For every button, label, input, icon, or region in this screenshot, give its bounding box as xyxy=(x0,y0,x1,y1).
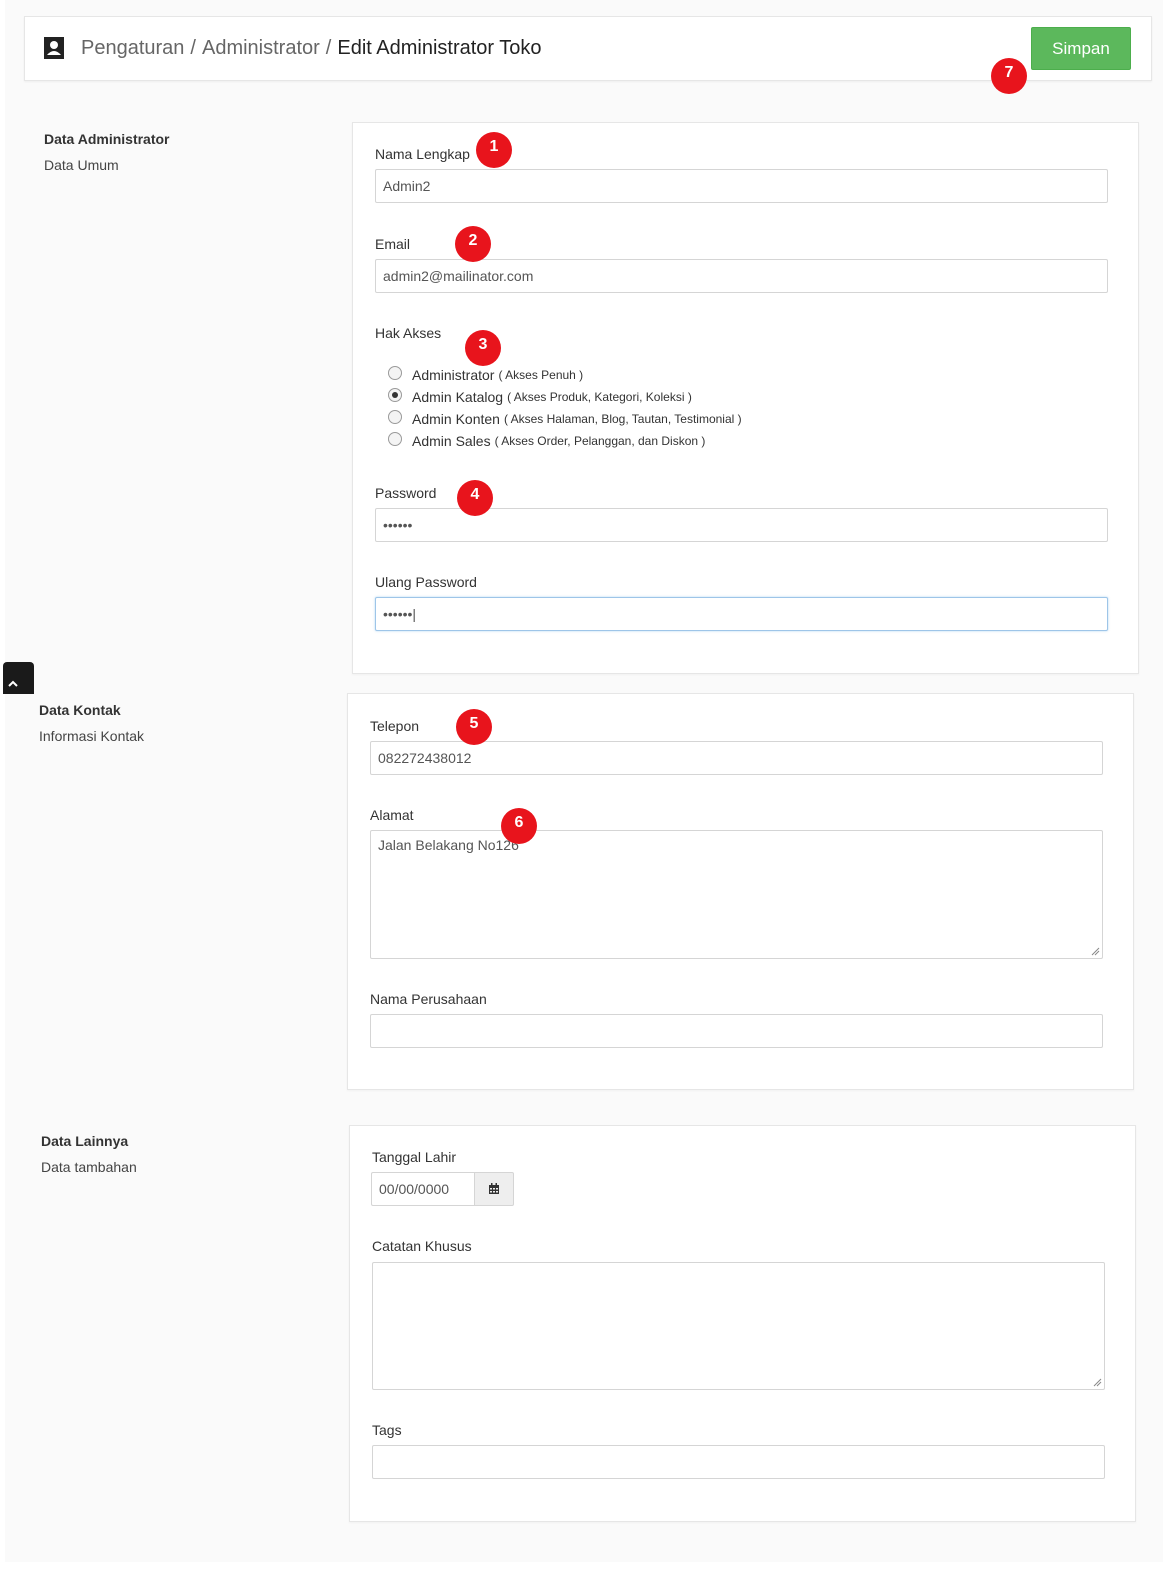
tags-input[interactable] xyxy=(372,1445,1105,1479)
section-subtitle: Informasi Kontak xyxy=(39,728,145,744)
role-name: Admin Sales xyxy=(412,433,491,449)
email-label: Email xyxy=(375,236,411,252)
section-title: Data Kontak xyxy=(39,702,121,718)
radio-button[interactable] xyxy=(388,366,402,380)
nama-perusahaan-input[interactable] xyxy=(370,1014,1103,1048)
ulang-password-input[interactable]: ••••••| xyxy=(375,597,1108,631)
back-to-top-button[interactable] xyxy=(3,662,34,694)
page-header: Pengaturan / Administrator / Edit Administra… xyxy=(24,16,1152,81)
section-subtitle: Data tambahan xyxy=(41,1159,137,1175)
role-name: Admin Katalog xyxy=(412,389,504,405)
radio-button[interactable] xyxy=(388,388,402,402)
tanggal-lahir-label: Tanggal Lahir xyxy=(372,1149,457,1165)
page-title: Edit Administrator Toko xyxy=(337,37,542,59)
role-option-admin-konten[interactable]: Admin Konten ( Akses Halaman, Blog, Taut… xyxy=(388,409,742,429)
alamat-value: Jalan Belakang No126 xyxy=(378,837,519,853)
breadcrumb: Pengaturan / Administrator / Edit Administra… xyxy=(81,35,542,61)
ulang-password-label: Ulang Password xyxy=(375,574,477,590)
breadcrumb-separator: / xyxy=(190,37,196,59)
role-option-admin-katalog[interactable]: Admin Katalog ( Akses Produk, Kategori, … xyxy=(388,387,692,407)
contact-card-icon xyxy=(44,37,64,59)
section-subtitle: Data Umum xyxy=(44,157,119,173)
role-option-admin-sales[interactable]: Admin Sales ( Akses Order, Pelanggan, da… xyxy=(388,431,705,451)
section-kontak-header: Data Kontak Informasi Kontak xyxy=(39,702,144,744)
breadcrumb-separator: / xyxy=(325,37,332,59)
password-input[interactable]: •••••• xyxy=(375,508,1108,542)
tanggal-lahir-input[interactable]: 00/00/0000 xyxy=(371,1172,475,1206)
alamat-label: Alamat xyxy=(370,807,414,823)
hak-akses-label: Hak Akses xyxy=(375,325,442,341)
annotation-badge: 6 xyxy=(501,808,537,844)
annotation-badge: 5 xyxy=(456,709,492,745)
resize-handle-icon[interactable] xyxy=(1091,947,1100,956)
calendar-button[interactable] xyxy=(474,1172,514,1206)
annotation-badge: 1 xyxy=(476,132,512,168)
annotation-badge: 4 xyxy=(457,480,493,516)
section-admin-header: Data Administrator Data Umum xyxy=(44,131,170,173)
radio-button[interactable] xyxy=(388,432,402,446)
annotation-badge: 2 xyxy=(455,226,491,262)
calendar-icon xyxy=(489,1183,499,1194)
role-description: ( Akses Halaman, Blog, Tautan, Testimoni… xyxy=(503,412,742,426)
save-button[interactable]: Simpan xyxy=(1031,27,1131,70)
email-input[interactable]: admin2@mailinator.com xyxy=(375,259,1108,293)
breadcrumb-item-pengaturan[interactable]: Pengaturan xyxy=(81,37,184,59)
tanggal-lahir-group: 00/00/0000 xyxy=(371,1172,514,1206)
annotation-badge: 3 xyxy=(465,330,501,366)
breadcrumb-item-administrator[interactable]: Administrator xyxy=(202,37,320,59)
chevron-up-icon xyxy=(8,680,18,687)
alamat-textarea[interactable]: Jalan Belakang No126 xyxy=(370,830,1103,959)
radio-button[interactable] xyxy=(388,410,402,424)
nama-perusahaan-label: Nama Perusahaan xyxy=(370,991,487,1007)
role-description: ( Akses Penuh ) xyxy=(498,368,584,382)
resize-handle-icon[interactable] xyxy=(1093,1378,1102,1387)
section-title: Data Lainnya xyxy=(41,1133,129,1149)
section-title: Data Administrator xyxy=(44,131,170,147)
role-option-administrator[interactable]: Administrator ( Akses Penuh ) xyxy=(388,365,583,385)
catatan-khusus-label: Catatan Khusus xyxy=(372,1238,472,1254)
section-lainnya-header: Data Lainnya Data tambahan xyxy=(41,1133,137,1175)
nama-lengkap-label: Nama Lengkap xyxy=(375,146,470,162)
role-name: Administrator xyxy=(412,367,495,383)
telepon-input[interactable]: 082272438012 xyxy=(370,741,1103,775)
tags-label: Tags xyxy=(372,1422,402,1438)
role-description: ( Akses Produk, Kategori, Koleksi ) xyxy=(507,390,692,404)
role-name: Admin Konten xyxy=(412,411,500,427)
telepon-label: Telepon xyxy=(370,718,420,734)
password-label: Password xyxy=(375,485,437,501)
nama-lengkap-input[interactable]: Admin2 xyxy=(375,169,1108,203)
catatan-khusus-textarea[interactable] xyxy=(372,1262,1105,1390)
annotation-badge: 7 xyxy=(991,58,1027,94)
role-description: ( Akses Order, Pelanggan, dan Diskon ) xyxy=(494,434,706,448)
